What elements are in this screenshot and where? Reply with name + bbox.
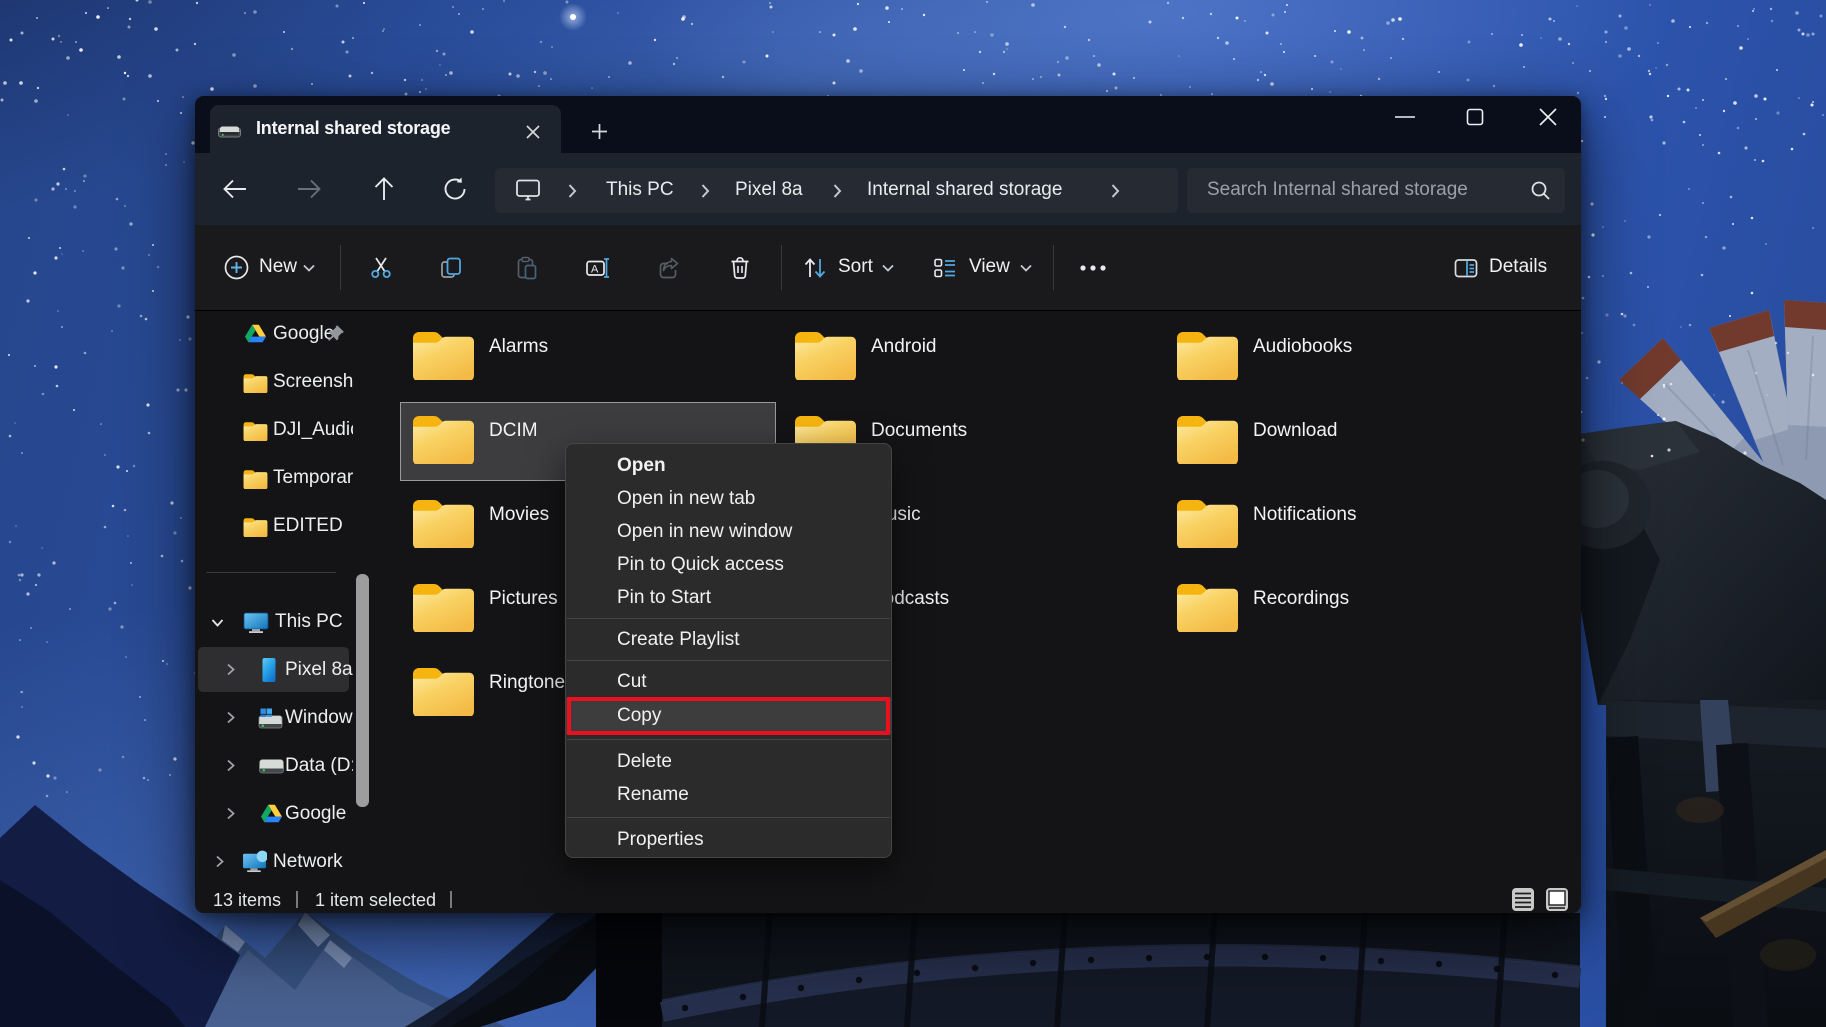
- svg-text:A: A: [591, 264, 599, 276]
